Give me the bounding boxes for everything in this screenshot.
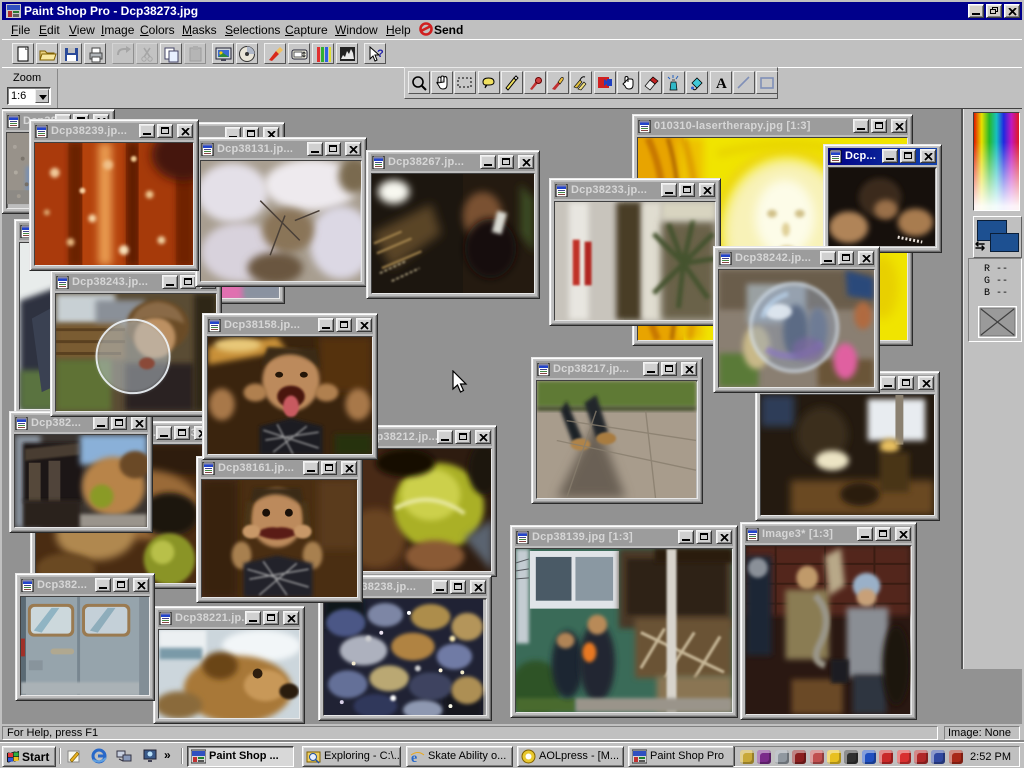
svg-text:?: ? xyxy=(377,48,384,60)
svg-text:A: A xyxy=(716,76,727,91)
